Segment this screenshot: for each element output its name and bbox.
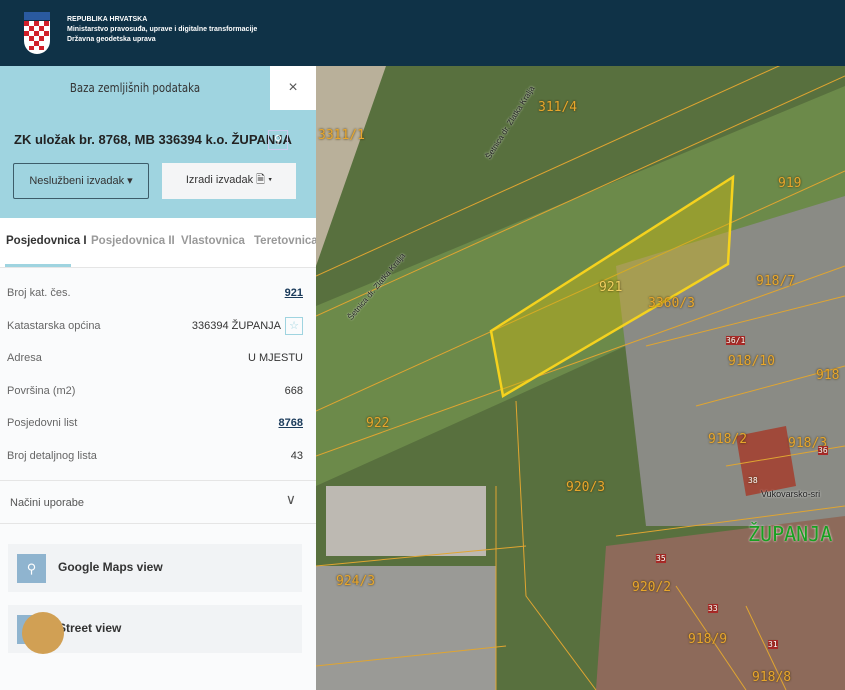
tab-teretovnica[interactable]: Teretovnica [254,235,316,247]
star-icon[interactable]: ☆ [285,316,303,335]
parcel-label[interactable]: 918 [816,368,839,383]
house-number: 36/1 [726,336,746,345]
parcel-label[interactable]: 918/2 [708,432,747,447]
header-line3: Državna geodetska uprava [67,36,156,43]
side-panel: Baza zemljišnih podataka × ZK uložak br.… [0,66,316,690]
tabs: Posjedovnica I Posjedovnica II Vlastovni… [0,218,316,268]
settlement-label: ŽUPANJA [748,522,833,546]
row-possession-sheet: Posjedovni list 8768 [0,408,316,441]
label: Broj kat. čes. [7,287,71,299]
row-area: Površina (m2) 668 [0,376,316,409]
house-number: 38 [748,476,758,485]
google-maps-button[interactable]: ⚲ Google Maps view [8,544,302,592]
close-button[interactable]: × [270,66,316,110]
house-number: 31 [768,640,778,649]
search-icon[interactable]: ⚲ [268,130,288,150]
street-view-label: Street view [58,621,122,635]
tab-posjedovnica-1[interactable]: Posjedovnica I [6,235,87,247]
row-cadastral-municipality: Katastarska općina 336394 ŽUPANJA ☆ [0,311,316,344]
house-number: 36 [818,446,828,455]
row-parcel-number: Broj kat. čes. 921 [0,278,316,311]
parcel-label[interactable]: 922 [366,416,389,431]
map-view[interactable]: 3311/1 311/4 919 921 918/7 3360/3 36/1 9… [316,66,845,690]
zk-title: ZK uložak br. 8768, MB 336394 k.o. ŽUPAN… [14,132,292,147]
panel-title: Baza zemljišnih podataka [69,81,201,95]
parcel-label[interactable]: 920/3 [566,480,605,495]
parcel-label[interactable]: 918/8 [752,670,791,685]
parcel-label[interactable]: 918/10 [728,354,775,369]
label: Površina (m2) [7,384,76,397]
croatia-crest-logo [24,12,50,54]
accordion-label: Načini uporabe [10,497,84,509]
municipality-value: 336394 ŽUPANJA [191,319,281,332]
value: 668 [284,384,303,397]
parcel-label[interactable]: 918/9 [688,632,727,647]
usage-accordion[interactable]: Načini uporabe ∨ [0,480,316,524]
floating-action-button[interactable] [22,612,64,654]
label: Broj detaljnog lista [7,449,97,462]
label: Adresa [7,352,42,364]
tab-vlastovnica[interactable]: Vlastovnica [181,235,245,247]
possession-sheet-link[interactable]: 8768 [279,417,303,429]
parcel-label[interactable]: 918/7 [756,274,795,289]
parcel-number-link[interactable]: 921 [285,287,303,299]
label: Katastarska općina [7,319,101,332]
google-maps-label: Google Maps view [58,560,163,574]
value: U MJESTU [248,352,303,364]
header-line1: REPUBLIKA HRVATSKA [67,16,148,23]
parcel-label[interactable]: 3311/1 [318,128,365,143]
parcel-label-921[interactable]: 921 [599,280,622,295]
map-parcels [316,66,845,690]
value: 43 [290,449,303,462]
street-label: Vukovarsko-sri [761,489,821,499]
active-tab-indicator [5,264,71,267]
value: 336394 ŽUPANJA ☆ [191,316,303,335]
parcel-label[interactable]: 3360/3 [648,296,695,311]
header-line2: Ministarstvo pravosuđa, uprave i digital… [67,26,258,33]
label: Posjedovni list [7,417,78,429]
chevron-down-icon: ∨ [285,491,296,507]
map-pin-icon: ⚲ [17,554,46,583]
row-address: Adresa U MJESTU [0,343,316,376]
parcel-label[interactable]: 919 [778,176,801,191]
parcel-label[interactable]: 920/2 [632,580,671,595]
create-extract-button[interactable]: Izradi izvadak 🗎 ▾ [162,163,296,199]
house-number: 35 [656,554,666,563]
house-number: 33 [708,604,718,613]
parcel-label[interactable]: 311/4 [538,100,577,115]
header: REPUBLIKA HRVATSKA Ministarstvo pravosuđ… [0,0,845,66]
row-detail-sheet: Broj detaljnog lista 43 [0,441,316,474]
unofficial-extract-button[interactable]: Neslužbeni izvadak ▾ [13,163,149,199]
tab-posjedovnica-2[interactable]: Posjedovnica II [91,235,175,247]
parcel-label[interactable]: 924/3 [336,574,375,589]
